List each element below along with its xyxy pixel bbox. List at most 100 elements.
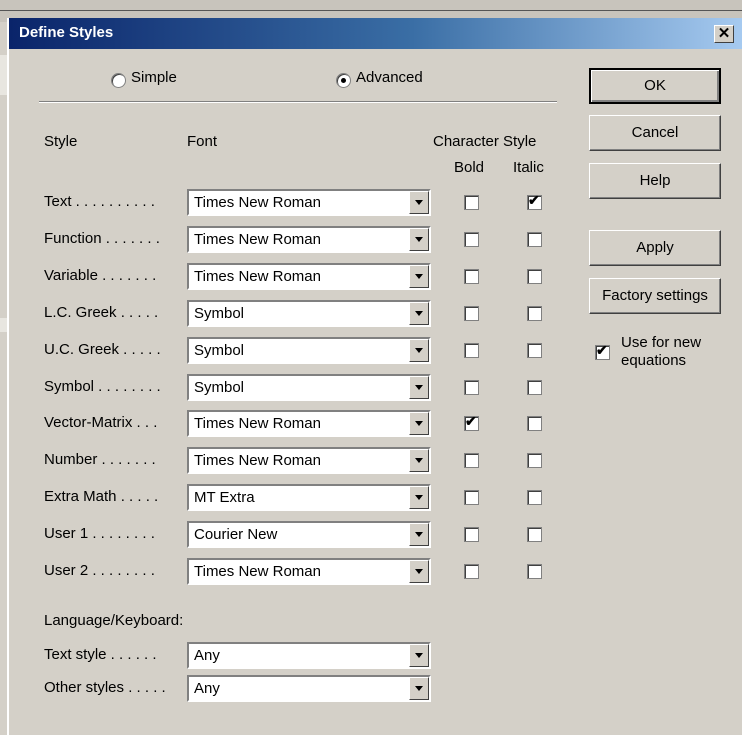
- style-label: User 1 . . . . . . . .: [44, 525, 155, 542]
- language-heading: Language/Keyboard:: [44, 612, 184, 629]
- use-for-new-label: Use for new equations: [621, 334, 701, 370]
- dialog-title: Define Styles: [19, 24, 114, 41]
- text-style-value: Any: [194, 647, 220, 664]
- italic-checkbox[interactable]: [527, 306, 542, 321]
- bold-checkbox[interactable]: [464, 527, 479, 542]
- chevron-down-icon[interactable]: [409, 339, 429, 362]
- font-header: Font: [187, 133, 218, 150]
- other-styles-select[interactable]: Any: [187, 675, 431, 702]
- font-value: Symbol: [194, 379, 245, 396]
- chevron-down-icon[interactable]: [409, 523, 429, 546]
- font-value: Times New Roman: [194, 231, 321, 248]
- use-for-new-line2: equations: [621, 352, 687, 369]
- mode-separator: [39, 101, 557, 103]
- bold-checkbox[interactable]: [464, 195, 479, 210]
- chevron-down-icon[interactable]: [409, 449, 429, 472]
- other-styles-value: Any: [194, 680, 220, 697]
- bold-checkbox[interactable]: [464, 490, 479, 505]
- text-style-select[interactable]: Any: [187, 642, 431, 669]
- chevron-down-icon[interactable]: [409, 228, 429, 251]
- font-value: MT Extra: [194, 489, 255, 506]
- style-label: Text . . . . . . . . . .: [44, 193, 155, 210]
- bold-checkbox[interactable]: [464, 453, 479, 468]
- font-value: Times New Roman: [194, 268, 321, 285]
- font-select[interactable]: Symbol: [187, 337, 431, 364]
- cancel-button[interactable]: Cancel: [589, 115, 721, 151]
- chevron-down-icon[interactable]: [409, 265, 429, 288]
- close-button[interactable]: ✕: [714, 25, 734, 43]
- style-label: User 2 . . . . . . . .: [44, 562, 155, 579]
- other-styles-label: Other styles . . . . .: [44, 679, 166, 696]
- bold-checkbox[interactable]: [464, 380, 479, 395]
- font-select[interactable]: Courier New: [187, 521, 431, 548]
- italic-checkbox[interactable]: [527, 527, 542, 542]
- font-select[interactable]: Symbol: [187, 374, 431, 401]
- font-value: Symbol: [194, 342, 245, 359]
- italic-checkbox[interactable]: [527, 564, 542, 579]
- chevron-down-icon[interactable]: [409, 560, 429, 583]
- chevron-down-icon[interactable]: [409, 191, 429, 214]
- font-value: Times New Roman: [194, 194, 321, 211]
- italic-checkbox[interactable]: [527, 416, 542, 431]
- italic-checkbox[interactable]: [527, 343, 542, 358]
- advanced-radio[interactable]: [336, 73, 351, 88]
- font-select[interactable]: Times New Roman: [187, 447, 431, 474]
- apply-button[interactable]: Apply: [589, 230, 721, 266]
- font-value: Times New Roman: [194, 452, 321, 469]
- chevron-down-icon[interactable]: [409, 644, 429, 667]
- font-value: Symbol: [194, 305, 245, 322]
- style-header: Style: [44, 133, 78, 150]
- style-label: Function . . . . . . .: [44, 230, 160, 247]
- style-label: Number . . . . . . .: [44, 451, 156, 468]
- use-for-new-line1: Use for new: [621, 334, 702, 351]
- bold-checkbox[interactable]: [464, 306, 479, 321]
- chevron-down-icon[interactable]: [409, 412, 429, 435]
- define-styles-dialog: Define Styles ✕ Simple Advanced Style Fo…: [7, 18, 742, 735]
- font-select[interactable]: MT Extra: [187, 484, 431, 511]
- use-for-new-checkbox[interactable]: ✔: [595, 342, 610, 360]
- advanced-label: Advanced: [356, 69, 423, 86]
- font-value: Times New Roman: [194, 415, 321, 432]
- italic-checkbox[interactable]: ✔: [527, 192, 542, 210]
- check-icon: ✔: [465, 413, 477, 429]
- chevron-down-icon[interactable]: [409, 376, 429, 399]
- text-style-label: Text style . . . . . .: [44, 646, 157, 663]
- font-select[interactable]: Times New Roman: [187, 226, 431, 253]
- font-value: Courier New: [194, 526, 278, 543]
- bold-checkbox[interactable]: [464, 343, 479, 358]
- font-select[interactable]: Times New Roman: [187, 263, 431, 290]
- italic-checkbox[interactable]: [527, 232, 542, 247]
- italic-header: Italic: [513, 159, 544, 176]
- style-label: Vector-Matrix . . .: [44, 414, 158, 431]
- simple-radio[interactable]: [111, 73, 126, 88]
- bold-checkbox[interactable]: [464, 564, 479, 579]
- help-button[interactable]: Help: [589, 163, 721, 199]
- font-select[interactable]: Symbol: [187, 300, 431, 327]
- italic-checkbox[interactable]: [527, 490, 542, 505]
- simple-label: Simple: [131, 69, 177, 86]
- bold-header: Bold: [454, 159, 485, 176]
- italic-checkbox[interactable]: [527, 380, 542, 395]
- chevron-down-icon[interactable]: [409, 302, 429, 325]
- italic-checkbox[interactable]: [527, 269, 542, 284]
- chevron-down-icon[interactable]: [409, 677, 429, 700]
- check-icon: ✔: [528, 192, 540, 208]
- style-label: Variable . . . . . . .: [44, 267, 157, 284]
- title-bar: Define Styles ✕: [9, 18, 742, 49]
- style-label: Extra Math . . . . .: [44, 488, 159, 505]
- font-select[interactable]: Times New Roman: [187, 189, 431, 216]
- character-style-header: Character Style: [433, 133, 537, 150]
- close-icon: ✕: [717, 25, 731, 42]
- font-select[interactable]: Times New Roman: [187, 558, 431, 585]
- bold-checkbox[interactable]: ✔: [464, 413, 479, 431]
- factory-settings-button[interactable]: Factory settings: [589, 278, 721, 314]
- font-select[interactable]: Times New Roman: [187, 410, 431, 437]
- chevron-down-icon[interactable]: [409, 486, 429, 509]
- style-label: L.C. Greek . . . . .: [44, 304, 159, 321]
- italic-checkbox[interactable]: [527, 453, 542, 468]
- check-icon: ✔: [596, 342, 608, 358]
- style-label: Symbol . . . . . . . .: [44, 378, 161, 395]
- bold-checkbox[interactable]: [464, 232, 479, 247]
- bold-checkbox[interactable]: [464, 269, 479, 284]
- ok-button[interactable]: OK: [589, 68, 721, 104]
